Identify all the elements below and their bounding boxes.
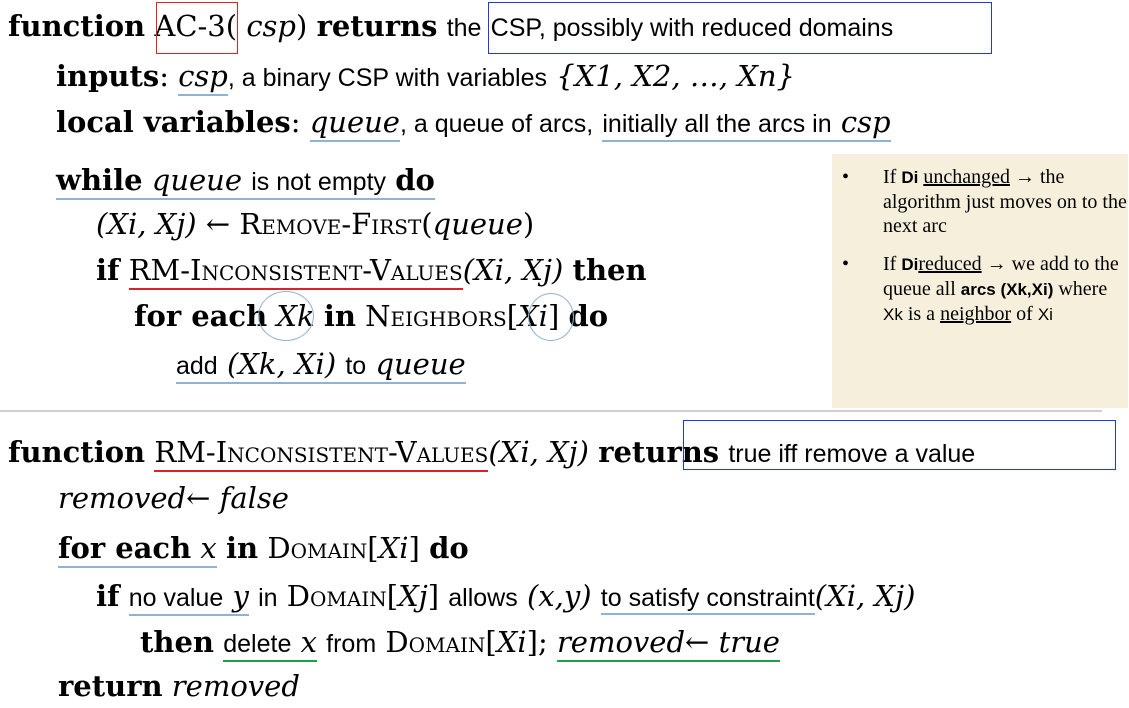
ac3-param: csp <box>246 9 297 43</box>
note-bullet-unchanged: • If Di unchanged → the algorithm just m… <box>842 166 1127 237</box>
rm-returns-highlight-box <box>683 420 1116 470</box>
ac3-name-highlight-box <box>156 2 238 54</box>
explanation-note: • If Di unchanged → the algorithm just m… <box>832 154 1128 408</box>
rm-inconsistent-values-call: RM-Inconsistent-Values <box>128 253 463 290</box>
ac3-if-line: if RM-Inconsistent-Values(Xi, Xj) then <box>96 252 647 290</box>
ac3-while-line: while queue is not empty do <box>56 162 435 200</box>
xi-circle-highlight <box>528 293 574 341</box>
rm-function-name: RM-Inconsistent-Values <box>154 435 489 472</box>
rm-for-each-line: for each x in Domain[Xi] do <box>58 530 469 568</box>
keyword-returns: returns <box>316 9 438 43</box>
rm-then-line: then delete x from Domain[Xi]; removed← … <box>140 624 780 662</box>
rm-init-line: removed← false <box>58 481 289 515</box>
xk-circle-highlight <box>258 291 314 341</box>
rm-return-line: return removed <box>58 669 300 703</box>
note-bullet-reduced: • If Direduced → we add to the queue all… <box>842 253 1119 325</box>
keyword-function: function <box>8 9 146 43</box>
ac3-remove-first-line: (Xi, Xj) ← Remove-First(queue) <box>96 207 535 241</box>
ac3-inputs-line: inputs: csp, a binary CSP with variables… <box>56 58 795 96</box>
rm-if-line: if no value y in Domain[Xj] allows (x,y)… <box>96 578 915 616</box>
ac3-local-variables-line: local variables: queue, a queue of arcs,… <box>56 104 891 142</box>
variable-set: {X1, X2, …, Xn} <box>556 59 795 93</box>
ac3-add-line: add (Xk, Xi) to queue <box>176 346 466 384</box>
ac3-returns-highlight-box <box>488 2 992 54</box>
section-divider <box>0 410 1102 412</box>
